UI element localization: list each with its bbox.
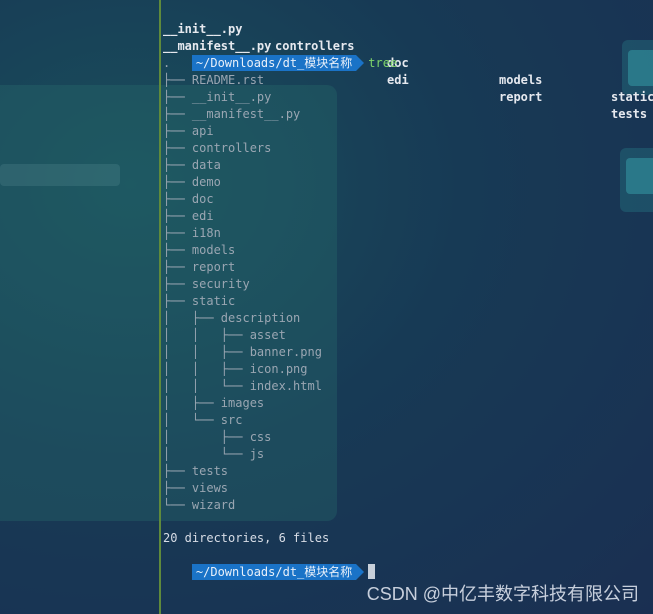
tree-entry: ├── security (163, 277, 250, 291)
prompt-line: ~/Downloads/dt_模块名称 tree (163, 38, 397, 71)
text-cursor[interactable] (368, 564, 376, 579)
ls-entry: models (499, 73, 543, 87)
tree-entry: ├── doc (163, 192, 214, 206)
tree-entry: ├── edi (163, 209, 214, 223)
prompt-line-2[interactable]: ~/Downloads/dt_模块名称 (163, 547, 376, 580)
tree-entry: ├── data (163, 158, 221, 172)
tree-entry: ├── README.rst (163, 73, 265, 87)
background-desktop-icon (622, 40, 653, 95)
tree-entry: │ │ ├── icon.png (163, 362, 308, 376)
tree-entry: ├── controllers (163, 141, 272, 155)
tree-entry: │ ├── description (163, 311, 301, 325)
tree-entry: ├── demo (163, 175, 221, 189)
tree-entry: │ ├── css (163, 430, 272, 444)
tree-entry: └── wizard (163, 498, 236, 512)
tree-entry: ├── __init__.py (163, 90, 272, 104)
tree-entry: ├── api (163, 124, 214, 138)
tree-entry: │ │ ├── banner.png (163, 345, 322, 359)
tree-entry: │ │ └── index.html (163, 379, 322, 393)
terminal-gutter-line (159, 0, 161, 614)
tree-entry: ├── views (163, 481, 229, 495)
background-desktop-icon (620, 148, 653, 212)
command-text: tree (368, 56, 398, 70)
watermark: CSDN @中亿丰数字科技有限公司 (366, 584, 639, 604)
tree-entry: . (163, 56, 171, 70)
tree-entry: ├── __manifest__.py (163, 107, 301, 121)
prompt-path: ~/Downloads/dt_模块名称 (191, 55, 365, 71)
tree-entry: ├── static (163, 294, 236, 308)
tree-entry: │ └── js (163, 447, 265, 461)
tree-entry: ├── tests (163, 464, 229, 478)
ls-entry: tests (611, 107, 648, 121)
ls-entry: static (611, 90, 653, 104)
ls-entry: report (499, 90, 543, 104)
summary-line: 20 directories, 6 files (163, 531, 330, 545)
ls-entry: edi (387, 73, 409, 87)
background-selected-row (0, 164, 120, 186)
tree-entry: ├── report (163, 260, 236, 274)
prompt-path: ~/Downloads/dt_模块名称 (191, 564, 365, 580)
tree-entry: │ ├── images (163, 396, 265, 410)
ls-row-2: __manifest__.py data edi report tests (163, 21, 647, 121)
tree-entry: ├── models (163, 243, 236, 257)
tree-entry: ├── i18n (163, 226, 221, 240)
tree-entry: │ └── src (163, 413, 243, 427)
tree-entry: │ │ ├── asset (163, 328, 286, 342)
ls-row-1: __init__.py controllers doc models stati… (163, 4, 653, 104)
